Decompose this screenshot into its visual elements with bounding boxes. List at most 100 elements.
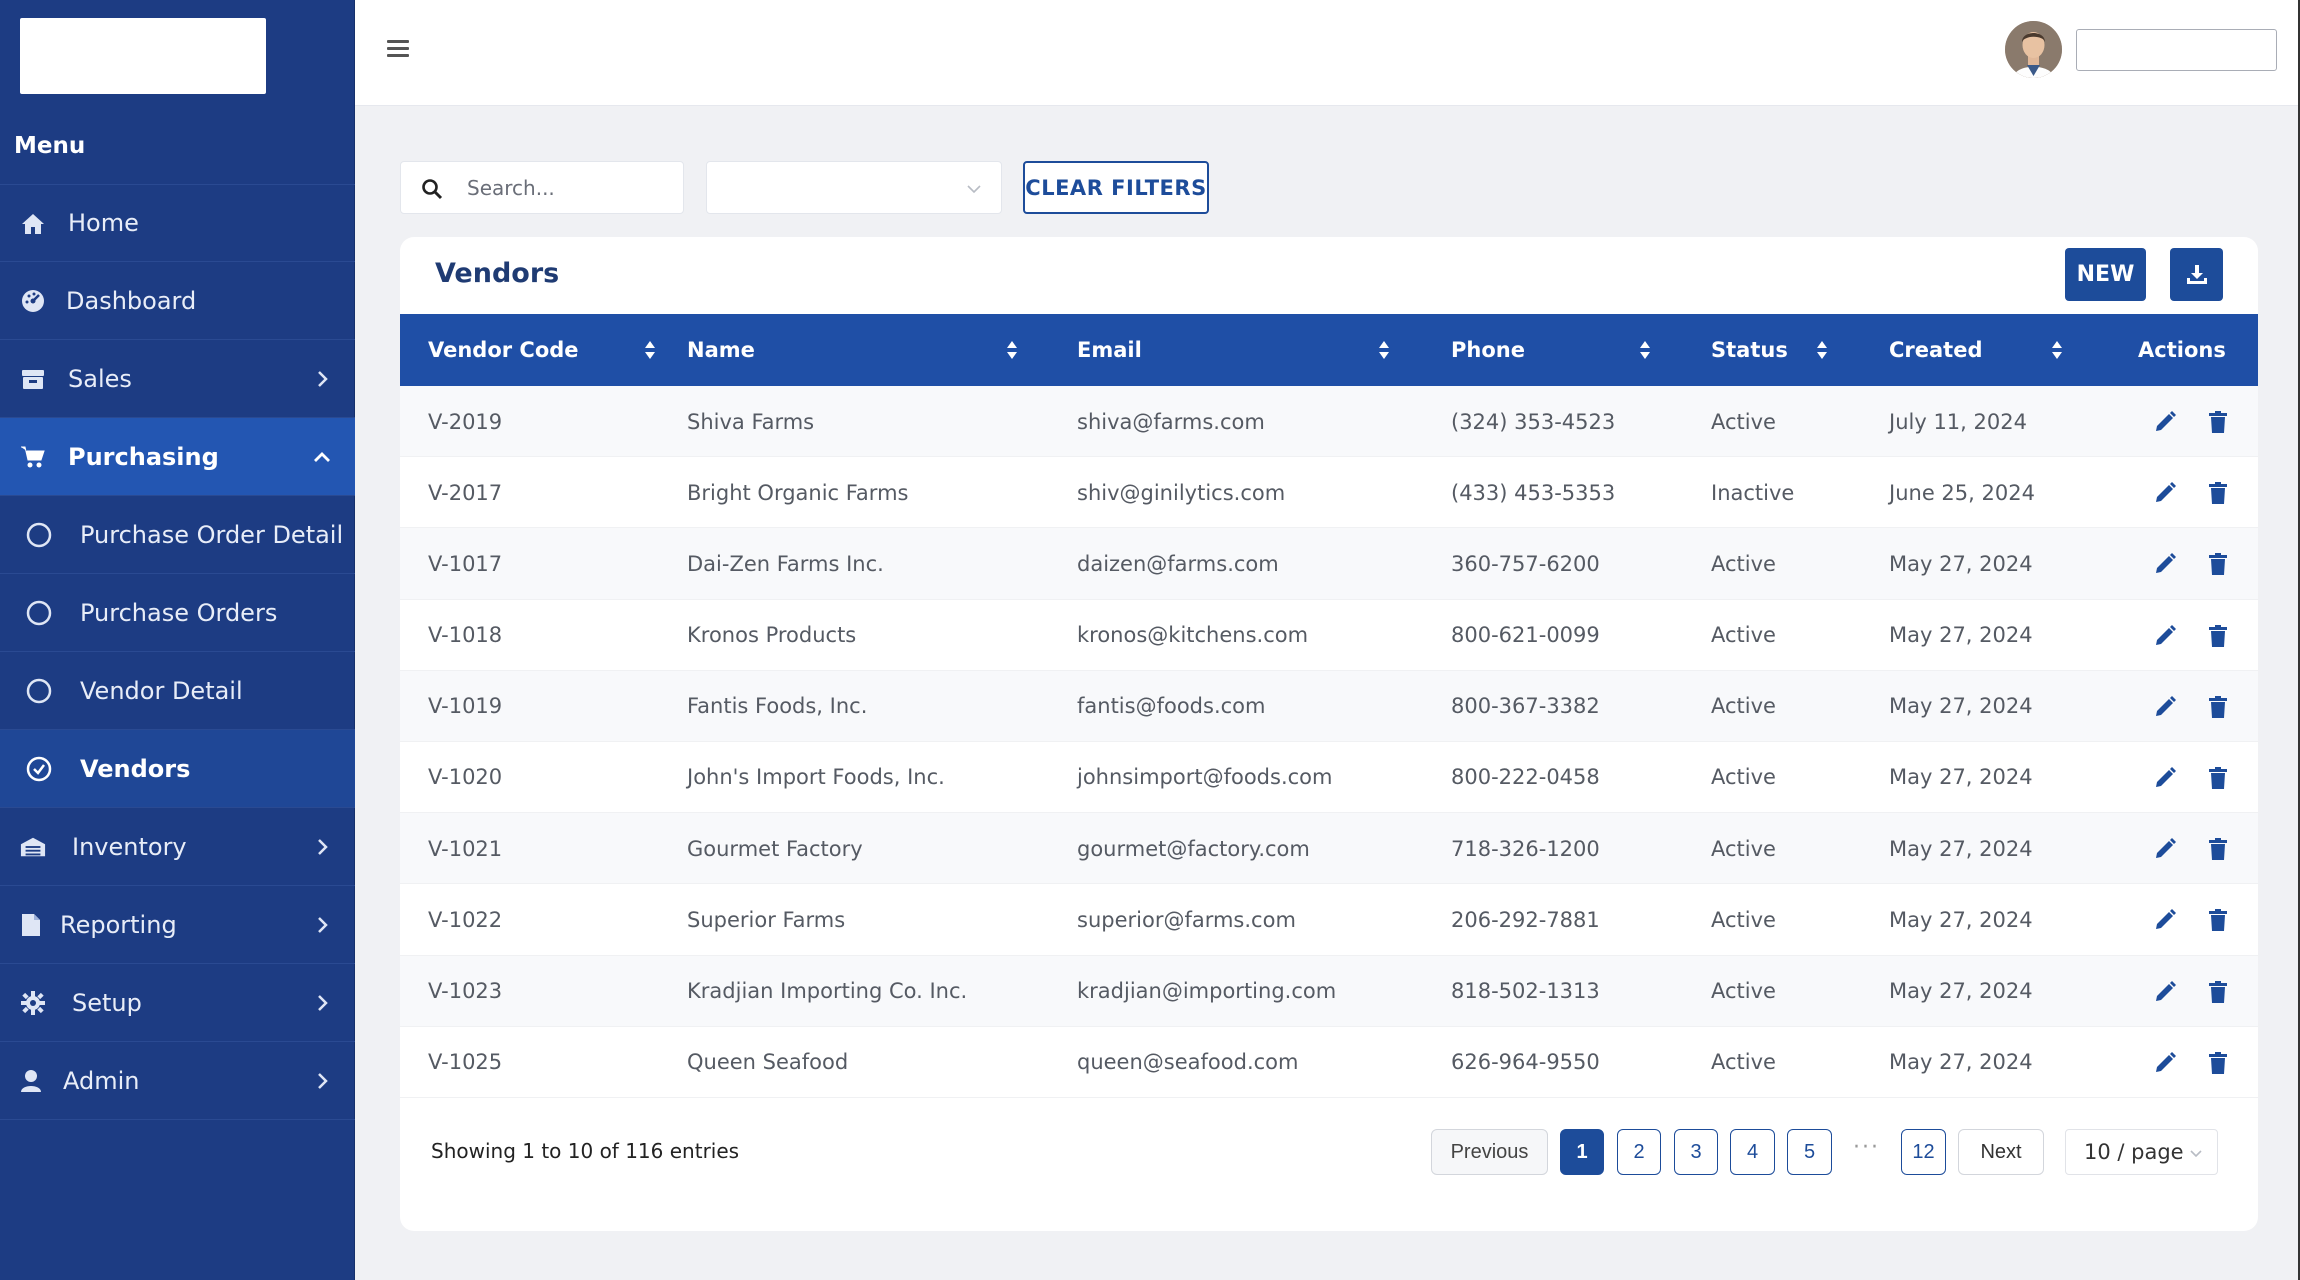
trash-icon[interactable] <box>2206 980 2230 1004</box>
column-label: Email <box>1077 338 1142 362</box>
avatar[interactable] <box>2005 21 2062 78</box>
trash-icon[interactable] <box>2206 837 2230 861</box>
page-1-button[interactable]: 1 <box>1560 1129 1604 1175</box>
table-row[interactable]: V-1017 Dai-Zen Farms Inc. daizen@farms.com… <box>400 528 2258 600</box>
edit-icon[interactable] <box>2153 552 2177 576</box>
column-label: Phone <box>1451 338 1525 362</box>
chevron-right-icon <box>318 917 328 933</box>
edit-icon[interactable] <box>2153 837 2177 861</box>
chevron-right-icon <box>318 839 328 855</box>
sidebar-item-admin[interactable]: Admin <box>0 1042 355 1120</box>
table-row[interactable]: V-2017 Bright Organic Farms shiv@ginilytic… <box>400 457 2258 529</box>
table-row[interactable]: V-1025 Queen Seafood queen@seafood.com 626-… <box>400 1027 2258 1098</box>
trash-icon[interactable] <box>2206 695 2230 719</box>
sidebar-item-vendors[interactable]: Vendors <box>0 730 355 808</box>
phone-cell: 800-621-0099 <box>1451 623 1600 648</box>
edit-icon[interactable] <box>2153 1051 2177 1075</box>
sidebar-item-purchasing[interactable]: Purchasing <box>0 418 355 496</box>
edit-icon[interactable] <box>2153 766 2177 790</box>
sidebar-item-label: Setup <box>72 988 142 1017</box>
table-row[interactable]: V-2019 Shiva Farms shiva@farms.com (324) 35… <box>400 386 2258 458</box>
vendor-code-cell: V-1025 <box>428 1050 503 1075</box>
sidebar-item-setup[interactable]: Setup <box>0 964 355 1042</box>
column-header-created[interactable]: Created <box>1889 314 2089 386</box>
page-3-button[interactable]: 3 <box>1674 1129 1718 1175</box>
table-row[interactable]: V-1023 Kradjian Importing Co. Inc. kradjia… <box>400 955 2258 1027</box>
email-cell: kradjian@importing.com <box>1077 979 1337 1003</box>
column-label: Actions <box>2138 338 2226 362</box>
column-header-email[interactable]: Email <box>1077 314 1437 386</box>
edit-icon[interactable] <box>2153 908 2177 932</box>
phone-cell: 800-222-0458 <box>1451 765 1600 790</box>
edit-icon[interactable] <box>2153 624 2177 648</box>
trash-icon[interactable] <box>2206 624 2230 648</box>
column-header-phone[interactable]: Phone <box>1451 314 1671 386</box>
hamburger-menu-icon[interactable] <box>387 40 409 58</box>
page-5-button[interactable]: 5 <box>1787 1129 1832 1175</box>
status-cell: Active <box>1711 836 1776 861</box>
trash-icon[interactable] <box>2206 481 2230 505</box>
sidebar-item-purchase-order-detail[interactable]: Purchase Order Detail <box>0 496 355 574</box>
home-icon <box>20 212 46 236</box>
phone-cell: (324) 353-4523 <box>1451 409 1616 434</box>
page-2-button[interactable]: 2 <box>1617 1129 1661 1175</box>
email-cell: johnsimport@foods.com <box>1077 765 1333 790</box>
edit-icon[interactable] <box>2153 695 2177 719</box>
sidebar-item-label: Reporting <box>60 910 177 939</box>
table-row[interactable]: V-1022 Superior Farms superior@farms.com 20… <box>400 884 2258 956</box>
created-cell: June 25, 2024 <box>1889 480 2035 505</box>
sidebar-item-sales[interactable]: Sales <box>0 340 355 418</box>
trash-icon[interactable] <box>2206 552 2230 576</box>
new-vendor-button[interactable]: NEW <box>2065 248 2146 301</box>
sidebar-item-purchase-orders[interactable]: Purchase Orders <box>0 574 355 652</box>
page-12-button[interactable]: 12 <box>1901 1129 1946 1175</box>
sidebar-item-dashboard[interactable]: Dashboard <box>0 262 355 340</box>
created-cell: May 27, 2024 <box>1889 623 2033 648</box>
previous-page-button[interactable]: Previous <box>1431 1129 1548 1175</box>
email-cell: daizen@farms.com <box>1077 551 1279 576</box>
vendor-name-cell: Kronos Products <box>687 623 857 648</box>
table-row[interactable]: V-1019 Fantis Foods, Inc. fantis@foods.com… <box>400 670 2258 742</box>
next-page-button[interactable]: Next <box>1958 1129 2044 1175</box>
trash-icon[interactable] <box>2206 908 2230 932</box>
table-row[interactable]: V-1018 Kronos Products kronos@kitchens.com… <box>400 600 2258 671</box>
clear-filters-button[interactable]: CLEAR FILTERS <box>1023 161 1209 214</box>
table-row[interactable]: V-1021 Gourmet Factory gourmet@factory.com… <box>400 813 2258 885</box>
vendor-name-cell: Shiva Farms <box>687 409 815 434</box>
created-cell: May 27, 2024 <box>1889 836 2033 861</box>
email-cell: queen@seafood.com <box>1077 1050 1299 1075</box>
trash-icon[interactable] <box>2206 1051 2230 1075</box>
edit-icon[interactable] <box>2153 410 2177 434</box>
sidebar: Menu Home Dashboard Sales Purchasing Pur… <box>0 0 355 1280</box>
page-size-select[interactable]: 10 / page <box>2065 1129 2218 1175</box>
edit-icon[interactable] <box>2153 980 2177 1004</box>
email-cell: gourmet@factory.com <box>1077 836 1310 861</box>
column-header-vendor-code[interactable]: Vendor Code <box>428 314 658 386</box>
status-cell: Active <box>1711 623 1776 648</box>
phone-cell: 360-757-6200 <box>1451 551 1600 576</box>
sidebar-item-reporting[interactable]: Reporting <box>0 886 355 964</box>
page-4-button[interactable]: 4 <box>1730 1129 1775 1175</box>
pagination-ellipsis[interactable]: ··· <box>1853 1135 1880 1160</box>
table-body: V-2019 Shiva Farms shiva@farms.com (324) 35… <box>400 386 2258 1098</box>
sidebar-item-home[interactable]: Home <box>0 184 355 262</box>
status-cell: Active <box>1711 694 1776 719</box>
trash-icon[interactable] <box>2206 766 2230 790</box>
user-name-box[interactable] <box>2076 29 2277 71</box>
sort-icon <box>1379 341 1389 359</box>
sidebar-item-label: Purchase Orders <box>80 598 278 627</box>
filter-select[interactable] <box>706 161 1002 214</box>
column-header-name[interactable]: Name <box>687 314 1043 386</box>
download-button[interactable] <box>2170 248 2223 301</box>
trash-icon[interactable] <box>2206 410 2230 434</box>
edit-icon[interactable] <box>2153 481 2177 505</box>
created-cell: May 27, 2024 <box>1889 1050 2033 1075</box>
column-header-status[interactable]: Status <box>1711 314 1861 386</box>
sidebar-item-label: Vendors <box>80 754 191 783</box>
table-row[interactable]: V-1020 John's Import Foods, Inc. johnsimpo… <box>400 742 2258 814</box>
search-input[interactable] <box>467 172 667 204</box>
phone-cell: (433) 453-5353 <box>1451 480 1616 505</box>
sidebar-item-vendor-detail[interactable]: Vendor Detail <box>0 652 355 730</box>
phone-cell: 818-502-1313 <box>1451 979 1600 1003</box>
sidebar-item-inventory[interactable]: Inventory <box>0 808 355 886</box>
